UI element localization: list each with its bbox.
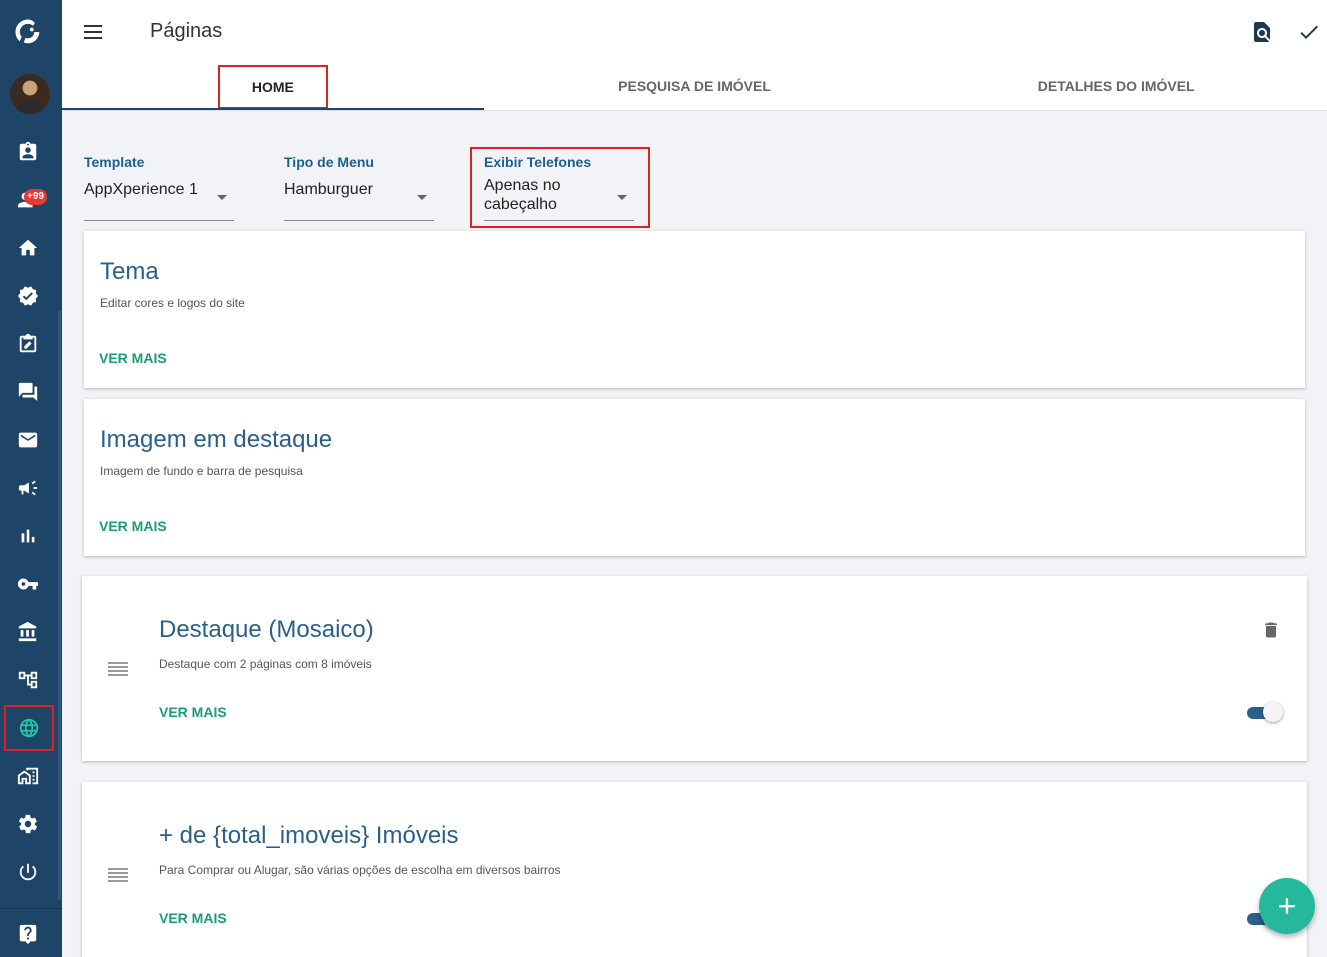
add-section-button[interactable]: +: [1259, 878, 1315, 934]
card-title: Destaque (Mosaico): [159, 616, 374, 643]
card-description: Para Comprar ou Alugar, são várias opçõe…: [159, 863, 561, 877]
avatar[interactable]: [10, 74, 50, 114]
card-title: + de {total_imoveis} Imóveis: [159, 822, 459, 849]
help-icon[interactable]: [0, 914, 56, 954]
menu-type-label: Tipo de Menu: [284, 154, 374, 170]
chart-icon[interactable]: [0, 516, 56, 556]
notification-badge: +99: [24, 189, 47, 205]
check-icon[interactable]: [1297, 20, 1321, 44]
template-select[interactable]: Template AppXperience 1: [84, 154, 234, 221]
ver-mais-button[interactable]: VER MAIS: [159, 704, 227, 720]
mail-icon[interactable]: [0, 420, 56, 460]
drag-handle-icon[interactable]: [108, 662, 128, 676]
card-destaque-mosaico: Destaque (Mosaico) Destaque com 2 página…: [82, 576, 1307, 761]
card-title: Imagem em destaque: [100, 426, 333, 453]
hierarchy-icon[interactable]: [0, 660, 56, 700]
trash-icon[interactable]: [1261, 619, 1281, 641]
page-tabs: HOME PESQUISA DE IMÓVEL DETALHES DO IMÓV…: [62, 62, 1327, 110]
chat-icon[interactable]: [0, 372, 56, 412]
enable-toggle[interactable]: [1247, 702, 1283, 722]
home-icon[interactable]: [0, 228, 56, 268]
drag-handle-icon[interactable]: [108, 868, 128, 882]
card-imagem-destaque: Imagem em destaque Imagem de fundo e bar…: [84, 399, 1305, 556]
sidebar: +99: [0, 0, 62, 957]
tab-pesquisa-label: PESQUISA DE IMÓVEL: [618, 78, 771, 94]
plus-icon: +: [1277, 888, 1297, 924]
menu-type-value: Hamburguer: [284, 181, 373, 198]
verified-icon[interactable]: [0, 276, 56, 316]
card-description: Destaque com 2 páginas com 8 imóveis: [159, 657, 372, 671]
ver-mais-button[interactable]: VER MAIS: [99, 518, 167, 534]
contacts-icon[interactable]: [0, 132, 56, 172]
hamburger-menu-icon[interactable]: [82, 20, 106, 44]
sidebar-divider: [0, 908, 62, 909]
ver-mais-button[interactable]: VER MAIS: [99, 350, 167, 366]
card-tema: Tema Editar cores e logos do site VER MA…: [84, 231, 1305, 388]
settings-icon[interactable]: [0, 804, 56, 844]
phones-label: Exibir Telefones: [484, 154, 592, 170]
sidebar-scrollbar[interactable]: [58, 310, 61, 900]
megaphone-icon[interactable]: [0, 468, 56, 508]
globe-icon[interactable]: [4, 705, 54, 751]
chevron-down-icon: [417, 195, 427, 200]
ver-mais-button[interactable]: VER MAIS: [159, 910, 227, 926]
phones-value: Apenas no cabeçalho: [484, 177, 561, 213]
chevron-down-icon: [617, 195, 627, 200]
bank-icon[interactable]: [0, 612, 56, 652]
tab-pesquisa-de-imovel[interactable]: PESQUISA DE IMÓVEL: [484, 62, 906, 110]
chevron-down-icon: [217, 195, 227, 200]
logo-icon[interactable]: [0, 12, 56, 52]
tab-home[interactable]: HOME: [62, 62, 484, 110]
preview-search-icon[interactable]: [1250, 20, 1274, 44]
card-description: Editar cores e logos do site: [100, 296, 245, 310]
tab-detalhes-do-imovel[interactable]: DETALHES DO IMÓVEL: [905, 62, 1327, 110]
buildings-icon[interactable]: [0, 756, 56, 796]
template-value: AppXperience 1: [84, 181, 198, 198]
page-title: Páginas: [150, 20, 223, 42]
edit-task-icon[interactable]: [0, 324, 56, 364]
tab-home-label: HOME: [217, 65, 328, 109]
card-total-imoveis: + de {total_imoveis} Imóveis Para Compra…: [82, 782, 1307, 957]
template-label: Template: [84, 154, 145, 170]
tab-detalhes-label: DETALHES DO IMÓVEL: [1037, 78, 1195, 94]
phones-select[interactable]: Exibir Telefones Apenas no cabeçalho: [484, 154, 634, 221]
power-icon[interactable]: [0, 852, 56, 892]
key-icon[interactable]: [0, 564, 56, 604]
menu-type-select[interactable]: Tipo de Menu Hamburguer: [284, 154, 434, 221]
card-title: Tema: [100, 258, 159, 285]
card-description: Imagem de fundo e barra de pesquisa: [100, 464, 303, 478]
app-header: Páginas HOME PESQUISA DE IMÓVEL DETALHES…: [62, 0, 1327, 111]
